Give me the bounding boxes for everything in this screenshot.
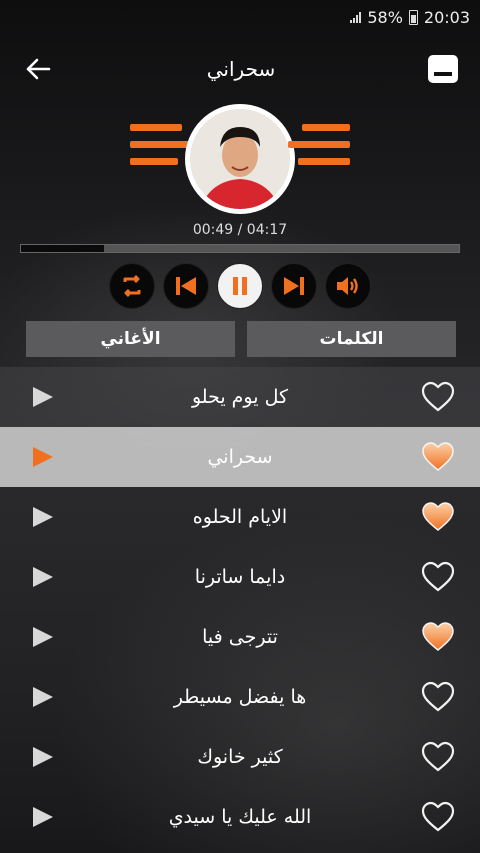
seek-bar[interactable] <box>20 244 460 253</box>
arrow-left-icon <box>26 58 51 80</box>
skip-previous-icon <box>176 277 196 295</box>
next-button[interactable] <box>271 263 317 309</box>
minimize-button[interactable] <box>428 55 458 83</box>
time-display: 00:49 / 04:17 <box>192 222 288 238</box>
song-row[interactable]: كثير خانوك <box>0 727 480 787</box>
volume-icon <box>337 277 358 295</box>
signal-icon <box>350 11 362 23</box>
equalizer-right-icon <box>288 124 350 165</box>
tab-bar: الأغاني الكلمات <box>26 321 456 357</box>
heart-outline-icon[interactable] <box>420 741 456 773</box>
tab-lyrics[interactable]: الكلمات <box>247 321 456 357</box>
heart-filled-icon[interactable] <box>420 621 456 653</box>
song-list: كل يوم يحلو سحراني الايام الحلوه دايما ساتر… <box>0 367 480 847</box>
player-controls <box>0 263 480 309</box>
avatar <box>185 104 295 214</box>
song-row[interactable]: الايام الحلوه <box>0 487 480 547</box>
song-title: كثير خانوك <box>197 746 283 768</box>
song-row[interactable]: ها يفضل مسيطر <box>0 667 480 727</box>
song-title: الايام الحلوه <box>192 506 288 528</box>
song-title: ها يفضل مسيطر <box>173 686 307 708</box>
song-title: كل يوم يحلو <box>191 386 289 408</box>
heart-filled-icon[interactable] <box>420 441 456 473</box>
heart-outline-icon[interactable] <box>420 681 456 713</box>
song-row[interactable]: سحراني <box>0 427 480 487</box>
song-row[interactable]: كل يوم يحلو <box>0 367 480 427</box>
back-button[interactable] <box>22 53 54 85</box>
heart-filled-icon[interactable] <box>420 501 456 533</box>
seek-bar-progress <box>21 245 105 252</box>
song-title: سحراني <box>207 446 273 468</box>
song-row[interactable]: تترجى فيا <box>0 607 480 667</box>
previous-button[interactable] <box>163 263 209 309</box>
heart-outline-icon[interactable] <box>420 561 456 593</box>
volume-button[interactable] <box>325 263 371 309</box>
repeat-button[interactable] <box>109 263 155 309</box>
artist-photo <box>190 109 290 209</box>
song-title: الله عليك يا سيدي <box>168 806 312 828</box>
header: سحراني <box>0 34 480 104</box>
repeat-icon <box>123 274 141 298</box>
song-row[interactable]: دايما ساترنا <box>0 547 480 607</box>
battery-percent: 58% <box>367 7 403 27</box>
pause-button[interactable] <box>217 263 263 309</box>
heart-outline-icon[interactable] <box>420 381 456 413</box>
tab-songs[interactable]: الأغاني <box>26 321 235 357</box>
status-bar: 58% 20:03 <box>0 0 480 34</box>
equalizer-left-icon <box>130 124 192 165</box>
skip-next-icon <box>284 277 304 295</box>
song-title: دايما ساترنا <box>194 566 286 588</box>
clock: 20:03 <box>423 7 470 27</box>
battery-icon <box>408 9 418 25</box>
song-row[interactable]: الله عليك يا سيدي <box>0 787 480 847</box>
song-title: تترجى فيا <box>202 626 278 648</box>
heart-outline-icon[interactable] <box>420 801 456 833</box>
page-title: سحراني <box>206 57 276 81</box>
artist-avatar-area <box>0 104 480 214</box>
pause-icon <box>233 277 247 295</box>
